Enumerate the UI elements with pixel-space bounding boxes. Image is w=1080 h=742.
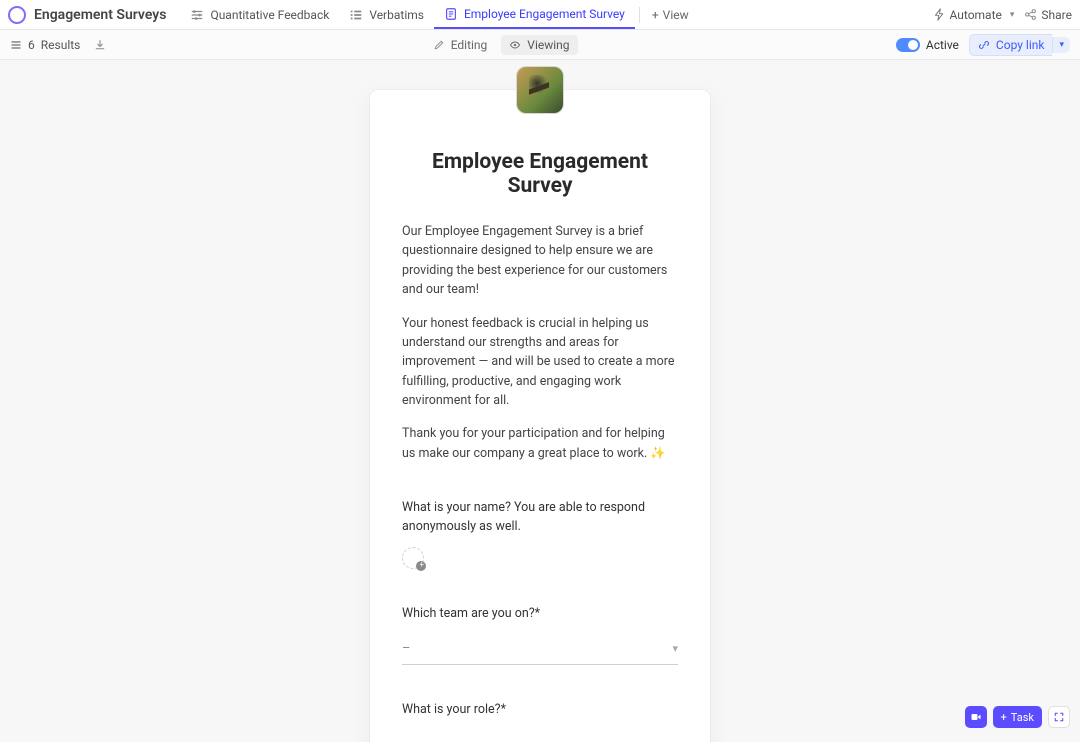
question-role: What is your role?* – ▾ (402, 701, 678, 742)
slider-icon (190, 8, 204, 22)
tab-label: Verbatims (369, 8, 424, 22)
expand-button[interactable] (1048, 706, 1070, 728)
question-team: Which team are you on?* – ▾ (402, 605, 678, 666)
results-label: Results (41, 38, 81, 52)
form-toolbar: 6 Results Editing Viewing Active (0, 30, 1080, 60)
bolt-icon (933, 8, 946, 21)
workspace-title: Engagement Surveys (34, 7, 166, 23)
tab-label: Employee Engagement Survey (464, 7, 625, 21)
mode-switch: Editing Viewing (425, 35, 578, 55)
form-icon (444, 7, 458, 21)
question-name: What is your name? You are able to respo… (402, 499, 678, 569)
question-label: Which team are you on?* (402, 605, 678, 624)
tab-employee-engagement-survey[interactable]: Employee Engagement Survey (434, 0, 635, 29)
automate-label: Automate (950, 8, 1002, 22)
list-icon (10, 39, 22, 51)
share-icon (1024, 8, 1037, 21)
floating-action-group: + Task (965, 706, 1070, 728)
viewing-mode-button[interactable]: Viewing (501, 35, 577, 55)
editing-mode-button[interactable]: Editing (425, 35, 496, 55)
record-clip-button[interactable] (965, 706, 987, 728)
chevron-down-icon: ▾ (1010, 10, 1015, 20)
video-icon (970, 711, 982, 723)
active-label: Active (926, 38, 959, 52)
tab-label: Quantitative Feedback (210, 8, 329, 22)
chevron-down-icon: ▾ (1059, 40, 1064, 50)
editing-label: Editing (451, 38, 488, 52)
tab-quantitative-feedback[interactable]: Quantitative Feedback (180, 0, 339, 29)
tab-verbatims[interactable]: Verbatims (339, 0, 434, 29)
automate-button[interactable]: Automate ▾ (933, 8, 1015, 22)
team-select[interactable]: – ▾ (402, 633, 678, 665)
question-label: What is your role?* (402, 701, 678, 720)
active-switch[interactable] (896, 38, 920, 52)
toolbar-right: Active Copy link ▾ (896, 34, 1070, 56)
active-toggle: Active (896, 38, 959, 52)
share-label: Share (1041, 8, 1072, 22)
viewing-label: Viewing (527, 38, 569, 52)
add-view-button[interactable]: + View (644, 0, 697, 29)
form-card: Employee Engagement Survey Our Employee … (370, 90, 710, 742)
copy-link-button[interactable]: Copy link (969, 34, 1053, 56)
share-button[interactable]: Share (1024, 8, 1072, 22)
copy-link-dropdown[interactable]: ▾ (1052, 37, 1070, 53)
app-header: Engagement Surveys Quantitative Feedback… (0, 0, 1080, 30)
chevron-down-icon: ▾ (672, 642, 678, 655)
expand-icon (1053, 711, 1065, 723)
results-count: 6 (28, 38, 35, 52)
form-title: Employee Engagement Survey (402, 150, 678, 198)
intro-paragraph: Our Employee Engagement Survey is a brie… (402, 222, 678, 300)
form-cover-image (516, 66, 564, 114)
view-tabs: Quantitative Feedback Verbatims Employee… (180, 0, 696, 29)
new-task-button[interactable]: + Task (993, 706, 1042, 728)
plus-icon: + (1001, 711, 1007, 724)
plus-icon: + (419, 561, 424, 569)
select-value: – (402, 641, 411, 656)
name-assignee-input[interactable]: + (402, 547, 424, 569)
workspace-logo (8, 6, 26, 24)
results-button[interactable]: 6 Results (10, 38, 80, 52)
eye-icon (509, 39, 521, 51)
pencil-icon (433, 39, 445, 51)
task-label: Task (1011, 711, 1034, 724)
tab-separator (639, 7, 640, 23)
intro-paragraph: Thank you for your participation and for… (402, 424, 678, 463)
intro-paragraph: Your honest feedback is crucial in helpi… (402, 314, 678, 411)
plus-icon: + (652, 8, 659, 22)
copy-link-label: Copy link (996, 38, 1045, 52)
header-right: Automate ▾ Share (933, 8, 1073, 22)
role-select[interactable]: – ▾ (402, 730, 678, 742)
question-label: What is your name? You are able to respo… (402, 499, 678, 537)
list-icon (349, 8, 363, 22)
select-value: – (402, 738, 411, 742)
form-description: Our Employee Engagement Survey is a brie… (402, 222, 678, 463)
link-icon (978, 39, 990, 51)
download-button[interactable] (94, 39, 106, 51)
form-canvas[interactable]: Employee Engagement Survey Our Employee … (0, 60, 1080, 742)
add-view-label: View (663, 8, 689, 22)
